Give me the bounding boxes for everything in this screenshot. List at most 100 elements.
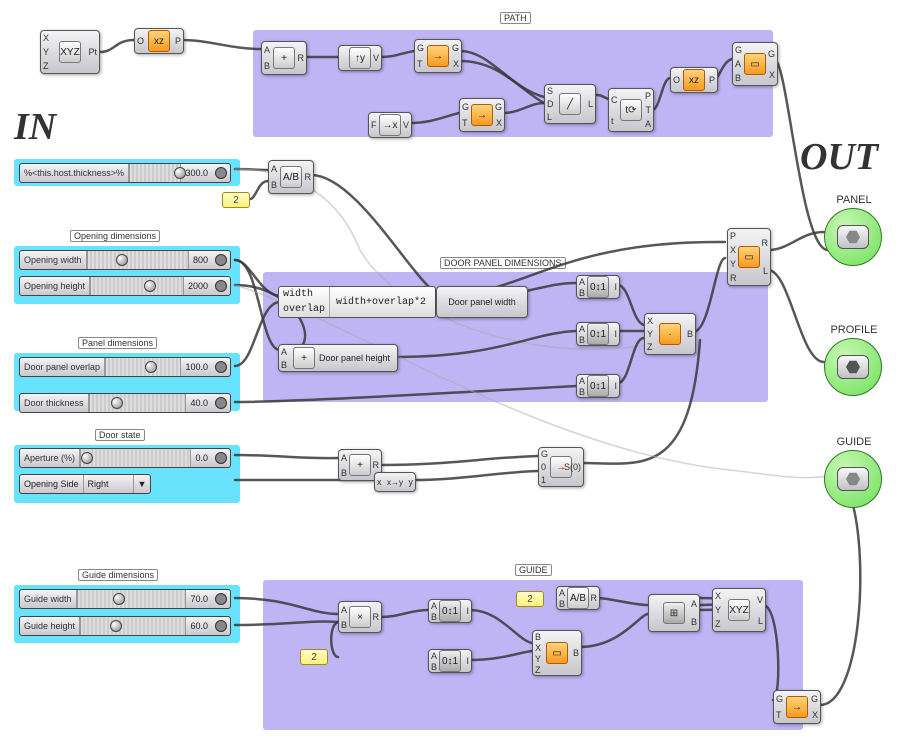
param-label: Door panel height [319, 353, 390, 363]
group-path-label: PATH [500, 12, 531, 24]
output-label-profile: PROFILE [824, 324, 884, 336]
deconstruct[interactable]: ⊞AB [648, 594, 700, 632]
vector-2pt[interactable]: XYZXYZVL [712, 588, 766, 632]
unit-y[interactable]: ↑yV [338, 45, 382, 71]
line-icon: ╱ [559, 93, 581, 115]
eval-icon: t⟳ [620, 99, 642, 121]
slider-value: 70.0 [185, 590, 212, 608]
slider-label: Opening width [20, 251, 87, 269]
geometry-icon [837, 225, 869, 249]
group-opening-label: Opening dimensions [70, 230, 160, 242]
slider-value: 40.0 [185, 394, 212, 412]
xz-plane-2[interactable]: OxzP [670, 67, 718, 93]
orient[interactable]: GAB▭GX [732, 42, 778, 86]
group-guide-label: GUIDE [515, 564, 552, 576]
slider-label: Opening height [20, 277, 90, 295]
slider-value: 2000 [183, 277, 212, 295]
addition-height[interactable]: AB+Door panel height [278, 344, 398, 372]
construct-point[interactable]: XYZ XYZ Pt [40, 30, 100, 74]
rectangle[interactable]: PXYR▭RL [727, 228, 771, 286]
xyz-icon: XYZ [728, 599, 750, 621]
slider-door-thickness[interactable]: Door thickness 40.0 [19, 393, 231, 413]
slider-guide-height[interactable]: Guide height 60.0 [19, 616, 231, 636]
plus-icon: + [293, 347, 315, 369]
expr-input: width [283, 289, 325, 300]
interval-4[interactable]: AB0↕1I [428, 599, 472, 623]
valuelist-opening-side[interactable]: Opening SideRight▼ [19, 474, 151, 494]
interval-5[interactable]: AB0↕1I [428, 649, 472, 673]
pt-icon: · [659, 323, 681, 345]
slider-label: Aperture (%) [20, 449, 80, 467]
stream-filter[interactable]: G01→S(0) [538, 447, 584, 487]
orient-icon: ▭ [744, 53, 766, 75]
output-label-panel: PANEL [824, 194, 884, 206]
slider-value: 0.0 [190, 449, 212, 467]
valuelist-label: Opening Side [20, 475, 84, 493]
output-label-guide: GUIDE [824, 436, 884, 448]
slider-guide-width[interactable]: Guide width 70.0 [19, 589, 231, 609]
group-door-panel-label: DOOR PANEL DIMENSIONS [440, 257, 566, 269]
line-sdl[interactable]: SDL╱L [544, 84, 596, 124]
out-label: OUT [800, 135, 878, 179]
move-icon: → [786, 696, 808, 718]
slider-host-thickness[interactable]: %<this.host.thickness>% 300.0 [19, 163, 231, 183]
slider-label: Door thickness [20, 394, 89, 412]
expression-xy[interactable]: xx→yy [374, 472, 416, 492]
panel-const-2b[interactable]: 2 [300, 649, 328, 665]
xz-plane[interactable]: OxzP [134, 28, 184, 54]
xyz-icon: XYZ [59, 41, 81, 63]
move-icon: → [471, 104, 493, 126]
slider-label: %<this.host.thickness>% [20, 164, 129, 182]
stream-out: S(0) [563, 462, 582, 472]
output-guide[interactable] [824, 450, 882, 508]
division-ab[interactable]: ABA/BR [268, 160, 314, 194]
geometry-icon [837, 355, 869, 379]
unit-x[interactable]: F→xV [368, 112, 412, 138]
slider-opening-width[interactable]: Opening width 800 [19, 250, 231, 270]
construct-point-xyz[interactable]: XYZ·B [644, 313, 696, 355]
move-a[interactable]: GT→GX [414, 39, 462, 73]
expr-text: width+overlap*2 [330, 287, 432, 317]
valuelist-value: Right [84, 479, 133, 489]
slider-door-overlap[interactable]: Door panel overlap 100.0 [19, 357, 231, 377]
group-guide-dims-label: Guide dimensions [78, 569, 158, 581]
slider-label: Door panel overlap [20, 358, 105, 376]
slider-value: 800 [188, 251, 212, 269]
panel-const-2c[interactable]: 2 [516, 591, 544, 607]
box[interactable]: BXYZ▭B [532, 630, 582, 676]
box-icon: ▭ [546, 642, 568, 664]
div-icon: A/B [280, 166, 302, 188]
eval-length[interactable]: Ctt⟳PTA [608, 88, 654, 132]
expression-width[interactable]: width overlap width+overlap*2 [278, 286, 436, 318]
slider-value: 100.0 [180, 358, 212, 376]
in-label: IN [14, 105, 56, 149]
addition-a[interactable]: AB+R [261, 41, 307, 75]
output-profile[interactable] [824, 338, 882, 396]
group-state-label: Door state [95, 429, 145, 441]
plane-icon: xz [683, 69, 705, 91]
expr-input: overlap [283, 304, 325, 315]
grasshopper-canvas[interactable]: IN OUT PATH DOOR PANEL DIMENSIONS GUIDE … [0, 0, 900, 750]
geometry-icon [837, 467, 869, 491]
slider-value: 60.0 [185, 617, 212, 635]
interval-1[interactable]: AB0↕1I [576, 275, 620, 299]
move-guide[interactable]: GT→GX [773, 690, 821, 724]
interval-2[interactable]: AB0↕1I [576, 322, 620, 346]
slider-label: Guide width [20, 590, 77, 608]
decon-icon: ⊞ [663, 602, 685, 624]
panel-const-2a[interactable]: 2 [222, 192, 250, 208]
plus-icon: + [273, 47, 295, 69]
slider-aperture[interactable]: Aperture (%) 0.0 [19, 448, 231, 468]
interval-3[interactable]: AB0↕1I [576, 374, 620, 398]
door-panel-width-out[interactable]: Door panel width [436, 286, 528, 318]
move-b[interactable]: GT→GX [459, 98, 505, 132]
output-panel[interactable] [824, 208, 882, 266]
chevron-down-icon[interactable]: ▼ [133, 475, 150, 493]
plane-icon: xz [148, 30, 170, 52]
slider-opening-height[interactable]: Opening height 2000 [19, 276, 231, 296]
division-ab-2[interactable]: ABA/BR [556, 586, 600, 610]
param-label: Door panel width [437, 287, 527, 317]
multiplication[interactable]: AB×R [338, 601, 382, 633]
group-panel-label: Panel dimensions [78, 337, 157, 349]
slider-label: Guide height [20, 617, 80, 635]
